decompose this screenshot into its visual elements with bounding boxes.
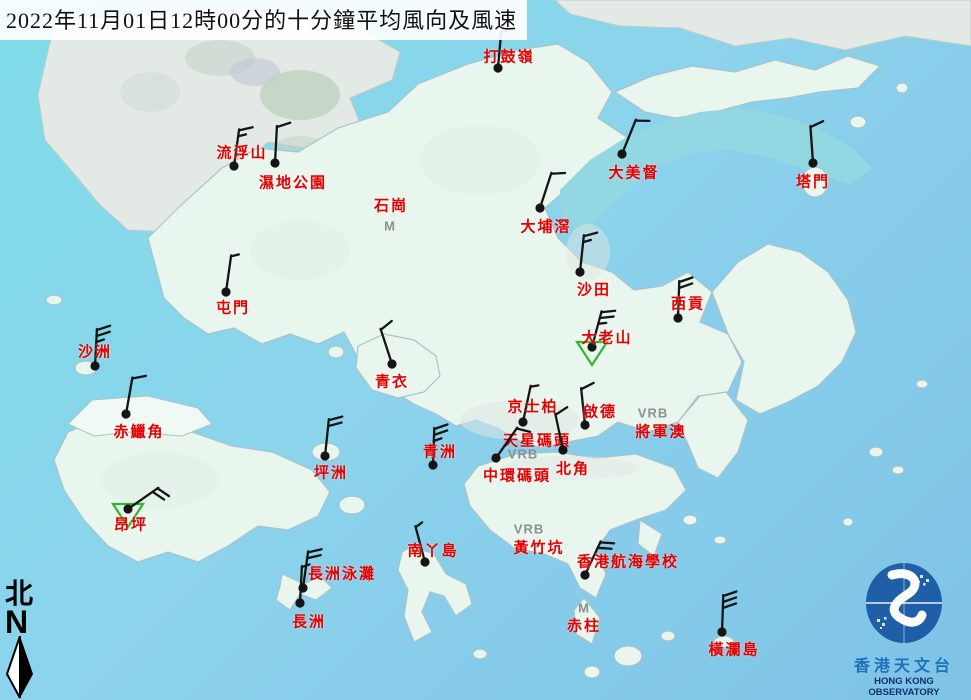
station-dot: [535, 203, 544, 212]
station-dot: [428, 460, 437, 469]
station-dot: [673, 313, 682, 322]
sai-kung-peninsula: [712, 244, 856, 414]
station-dot: [617, 149, 626, 158]
wind-barb-長洲: [250, 553, 350, 653]
station-label-中環碼頭: 中環碼頭: [483, 465, 551, 486]
hko-logo-icon: [862, 561, 946, 645]
station-label-塔門: 塔門: [796, 171, 830, 192]
station-label-青衣: 青衣: [375, 371, 409, 392]
station-label-打鼓嶺: 打鼓嶺: [483, 46, 534, 67]
hko-name-english: HONG KONG OBSERVATORY: [840, 676, 968, 698]
station-dot: [491, 453, 500, 462]
station-dot: [221, 287, 230, 296]
station-label-西貢: 西貢: [671, 293, 705, 314]
wind-barb-赤鱲角: [76, 364, 176, 464]
station-dot: [808, 158, 817, 167]
station-dot: [123, 504, 132, 513]
wind-barb-青衣: [342, 314, 442, 414]
wind-barb-坪洲: [275, 406, 375, 506]
station-dot: [717, 627, 726, 636]
weather-map-screen: 流浮山濕地公園打鼓嶺大美督塔門石崗M大埔滘沙田屯門沙洲赤鱲角西貢大老山青衣京士柏…: [0, 0, 971, 700]
station-dot: [121, 409, 130, 418]
hko-logo: 香港天文台 HONG KONG OBSERVATORY: [840, 561, 968, 698]
wind-barb-濕地公園: [225, 113, 325, 213]
station-dot: [558, 445, 567, 454]
wind-barb-橫瀾島: [672, 582, 772, 682]
wind-barb-塔門: [763, 113, 863, 213]
station-dot: [320, 451, 329, 460]
station-label-大美督: 大美督: [608, 162, 659, 183]
wind-barb-南丫島: [375, 512, 475, 612]
map-title: 2022年11月01日12時00分的十分鐘平均風向及風速: [0, 0, 527, 40]
station-label-昂坪: 昂坪: [114, 514, 148, 535]
north-compass: 北 N: [5, 582, 45, 700]
station-dot: [387, 359, 396, 368]
wind-barb-屯門: [176, 242, 276, 342]
station-dot: [580, 570, 589, 579]
station-label-沙洲: 沙洲: [78, 341, 112, 362]
north-arrow-icon: [5, 636, 39, 700]
station-dot: [295, 598, 304, 607]
station-label-赤柱: 赤柱: [567, 615, 601, 636]
station-label-坪洲: 坪洲: [314, 462, 348, 483]
station-label-大老山: 大老山: [581, 327, 632, 348]
station-label-香港航海學校: 香港航海學校: [577, 551, 679, 572]
po-toi-island: [614, 646, 642, 666]
station-label-長洲: 長洲: [292, 611, 326, 632]
wind-barb-昂坪: [78, 459, 178, 559]
station-label-石崗: 石崗: [374, 195, 408, 216]
station-label-屯門: 屯門: [216, 297, 250, 318]
station-label-北角: 北角: [556, 458, 590, 479]
station-dot: [575, 267, 584, 276]
station-label-赤鱲角: 赤鱲角: [113, 421, 164, 442]
compass-north-en-label: N: [5, 608, 45, 636]
station-label-橫瀾島: 橫瀾島: [708, 639, 759, 660]
wind-barb-青洲: [383, 415, 483, 515]
station-label-青洲: 青洲: [423, 441, 457, 462]
station-label-濕地公園: 濕地公園: [259, 172, 327, 193]
station-status-赤柱: M: [578, 601, 590, 616]
northeast-coast: [555, 0, 971, 50]
station-label-南丫島: 南丫島: [407, 540, 458, 561]
hko-name-chinese: 香港天文台: [840, 652, 968, 676]
station-label-將軍澳: 將軍澳: [635, 421, 686, 442]
wind-barb-西貢: [628, 268, 728, 368]
station-dot: [270, 158, 279, 167]
station-status-石崗: M: [384, 219, 396, 234]
station-status-將軍澳: VRB: [638, 406, 668, 421]
